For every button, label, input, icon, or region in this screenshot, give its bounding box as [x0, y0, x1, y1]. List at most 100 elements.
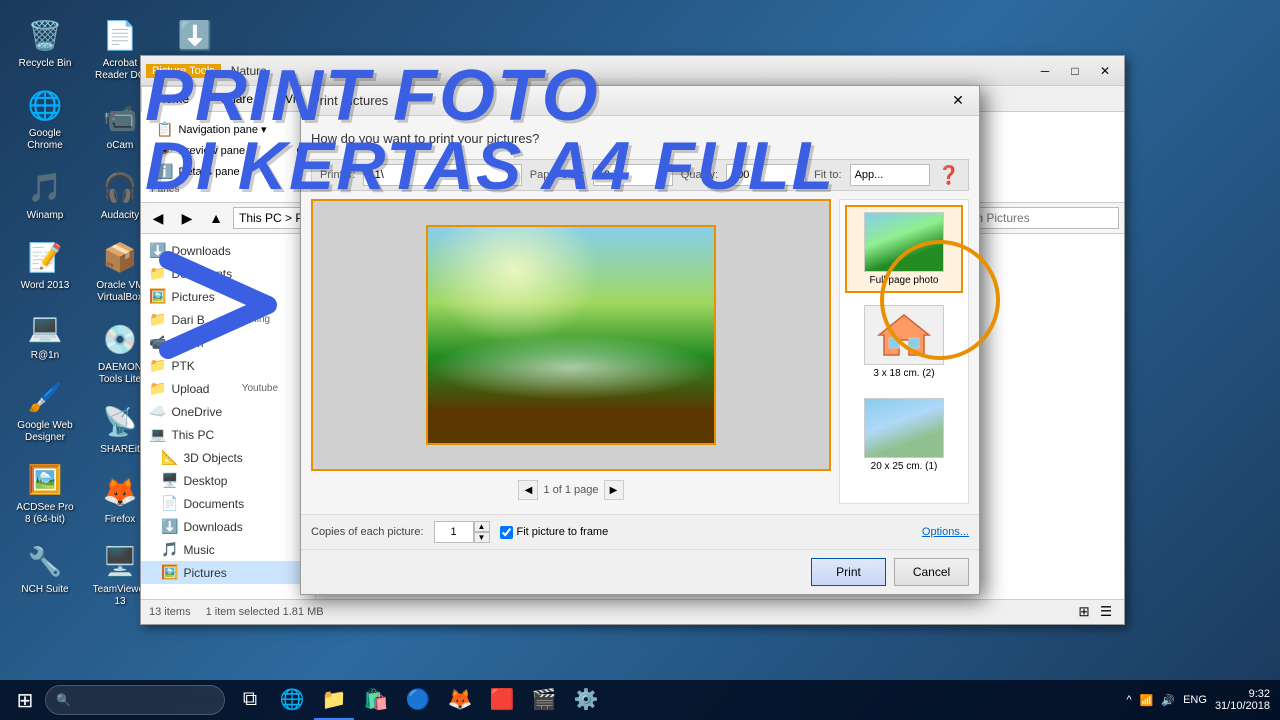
printer-label: Printer: — [320, 169, 355, 181]
preview-pane-icon: 👁️ — [156, 142, 173, 159]
back-button[interactable]: ◀ — [146, 206, 170, 230]
desktop-icon-google-web-designer[interactable]: 🖌️ Google Web Designer — [10, 372, 80, 449]
spin-down-button[interactable]: ▼ — [474, 532, 490, 543]
sidebar-item-ptk[interactable]: 📁 PTK — [141, 354, 315, 377]
sidebar-item-downloads-2[interactable]: ⬇️ Downloads — [141, 515, 315, 538]
next-page-button[interactable]: ▶ — [604, 480, 624, 500]
desktop-icon-google-chrome[interactable]: 🌐 Google Chrome — [10, 80, 80, 157]
taskbar-chrome[interactable]: 🔵 — [398, 680, 438, 720]
sidebar-item-dari-b[interactable]: 📁 Dari B... Nining — [141, 308, 315, 331]
print-button[interactable]: Print — [811, 558, 886, 586]
navigation-pane-button[interactable]: 📋 Navigation pane ▾ — [151, 119, 272, 140]
sidebar-item-downloads-1[interactable]: ⬇️ Downloads — [141, 239, 315, 262]
desktop-icon-recycle-bin[interactable]: 🗑️ Recycle Bin — [10, 10, 80, 75]
fit-label-row: Fit to: — [814, 169, 842, 181]
fit-checkbox-label[interactable]: Fit picture to frame — [500, 526, 609, 539]
sidebar-pictures-label-1: Pictures — [171, 290, 307, 304]
word-2013-label: Word 2013 — [21, 280, 70, 292]
up-button[interactable]: ▲ — [204, 206, 228, 230]
details-pane-button[interactable]: ℹ️ Details pane — [151, 161, 272, 182]
printer-select[interactable] — [363, 164, 521, 186]
sidebar-item-upload[interactable]: 📁 Upload Youtube — [141, 377, 315, 400]
selected-info: 1 item selected 1.81 MB — [206, 606, 324, 618]
page-navigation: ◀ 1 of 1 page ▶ — [311, 476, 831, 504]
desktop-icon-winamp[interactable]: 🎵 Winamp — [10, 162, 80, 227]
sidebar-item-pictures-2[interactable]: 🖼️ Pictures — [141, 561, 315, 584]
quality-label: Quality: — [681, 169, 718, 181]
sidebar-item-onedrive[interactable]: ☁️ OneDrive — [141, 400, 315, 423]
layout-3x18[interactable]: 3 x 18 cm. (2) — [845, 298, 963, 386]
details-view[interactable]: ☰ — [1096, 602, 1116, 622]
google-web-designer-icon: 🖌️ — [25, 377, 65, 417]
sidebar-item-music[interactable]: 🎵 Music — [141, 538, 315, 561]
sidebar-3d-objects-label: 3D Objects — [183, 451, 307, 465]
onedrive-icon: ☁️ — [149, 403, 166, 420]
house-svg — [874, 310, 934, 360]
printer-row: Printer: Paper size: Quality: Fit to: ❓ — [311, 159, 969, 191]
tray-expand[interactable]: ^ — [1127, 694, 1132, 706]
desktop-icon-r1n[interactable]: 💻 R@1n — [10, 302, 80, 367]
virtualbox-icon: 📦 — [100, 237, 140, 277]
layout-full-page[interactable]: Full page photo — [845, 205, 963, 293]
taskbar-task-view[interactable]: ⧉ — [230, 680, 270, 720]
options-link[interactable]: Options... — [922, 526, 969, 538]
details-pane-label: Details pane — [178, 166, 239, 178]
preview-pane-button[interactable]: 👁️ Preview pane — [151, 140, 272, 161]
taskbar-search-box[interactable]: 🔍 — [45, 685, 225, 715]
tab-home[interactable]: Home — [141, 86, 205, 112]
google-chrome-label: Google Chrome — [15, 128, 75, 152]
sidebar-item-documents-2[interactable]: 📄 Documents — [141, 492, 315, 515]
layout-20x25[interactable]: 20 x 25 cm. (1) — [845, 391, 963, 479]
cancel-button[interactable]: Cancel — [894, 558, 969, 586]
prev-page-button[interactable]: ◀ — [518, 480, 538, 500]
taskbar-firefox[interactable]: 🦊 — [440, 680, 480, 720]
desktop-icon-acdsee[interactable]: 🖼️ ACDSee Pro 8 (64-bit) — [10, 454, 80, 531]
forward-button[interactable]: ▶ — [175, 206, 199, 230]
sidebar-item-ocam[interactable]: 📹 oCam — [141, 331, 315, 354]
taskbar-video[interactable]: 🎬 — [524, 680, 564, 720]
recycle-bin-icon: 🗑️ — [25, 15, 65, 55]
paper-size-input[interactable] — [593, 164, 673, 186]
taskbar-store[interactable]: 🛍️ — [356, 680, 396, 720]
firefox-label: Firefox — [105, 514, 136, 526]
dari-b-icon: 📁 — [149, 311, 166, 328]
desktop: 🗑️ Recycle Bin 🌐 Google Chrome 🎵 Winamp … — [0, 0, 1280, 720]
taskbar-settings[interactable]: ⚙️ — [566, 680, 606, 720]
ocam-icon: 📹 — [149, 334, 166, 351]
nch-suite-icon: 🔧 — [25, 541, 65, 581]
panes-group-label: Panes — [151, 184, 179, 195]
dialog-close-button[interactable]: ✕ — [947, 90, 969, 112]
sidebar-dari-b-label: Dari B... — [171, 313, 236, 327]
large-icons-view[interactable]: ⊞ — [1074, 602, 1094, 622]
desktop-icon-nch-suite[interactable]: 🔧 NCH Suite — [10, 536, 80, 601]
tray-time: 9:32 31/10/2018 — [1215, 688, 1270, 712]
taskbar-apps: ⧉ 🌐 📁 🛍️ 🔵 🦊 🟥 🎬 ⚙️ — [230, 680, 606, 720]
taskbar-file-explorer[interactable]: 📁 — [314, 680, 354, 720]
sidebar-item-this-pc[interactable]: 💻 This PC — [141, 423, 315, 446]
taskbar-edge[interactable]: 🌐 — [272, 680, 312, 720]
layout-thumb-full — [864, 212, 944, 272]
start-button[interactable]: ⊞ — [5, 680, 45, 720]
close-button[interactable]: ✕ — [1091, 60, 1119, 82]
taskbar-app-red[interactable]: 🟥 — [482, 680, 522, 720]
daemon-icon: 💿 — [100, 319, 140, 359]
date-display: 31/10/2018 — [1215, 700, 1270, 712]
r1n-label: R@1n — [31, 350, 60, 362]
quality-input[interactable] — [726, 164, 806, 186]
sidebar-item-pictures-1[interactable]: 🖼️ Pictures — [141, 285, 315, 308]
help-icon[interactable]: ❓ — [938, 165, 960, 186]
copies-input[interactable] — [434, 521, 474, 543]
minimize-button[interactable]: ─ — [1031, 60, 1059, 82]
sidebar-item-desktop[interactable]: 🖥️ Desktop — [141, 469, 315, 492]
fit-input[interactable] — [850, 164, 930, 186]
sidebar-ocam-label: oCam — [171, 336, 307, 350]
tray-network-icon: 📶 — [1140, 694, 1154, 707]
fit-checkbox[interactable] — [500, 526, 513, 539]
sidebar-item-3d-objects[interactable]: 📐 3D Objects — [141, 446, 315, 469]
desktop-icon-word-2013[interactable]: 📝 Word 2013 — [10, 232, 80, 297]
tab-share[interactable]: Share — [205, 86, 269, 111]
spin-up-button[interactable]: ▲ — [474, 521, 490, 532]
maximize-button[interactable]: □ — [1061, 60, 1089, 82]
sidebar-item-documents[interactable]: 📁 Documents — [141, 262, 315, 285]
time-display: 9:32 — [1215, 688, 1270, 700]
